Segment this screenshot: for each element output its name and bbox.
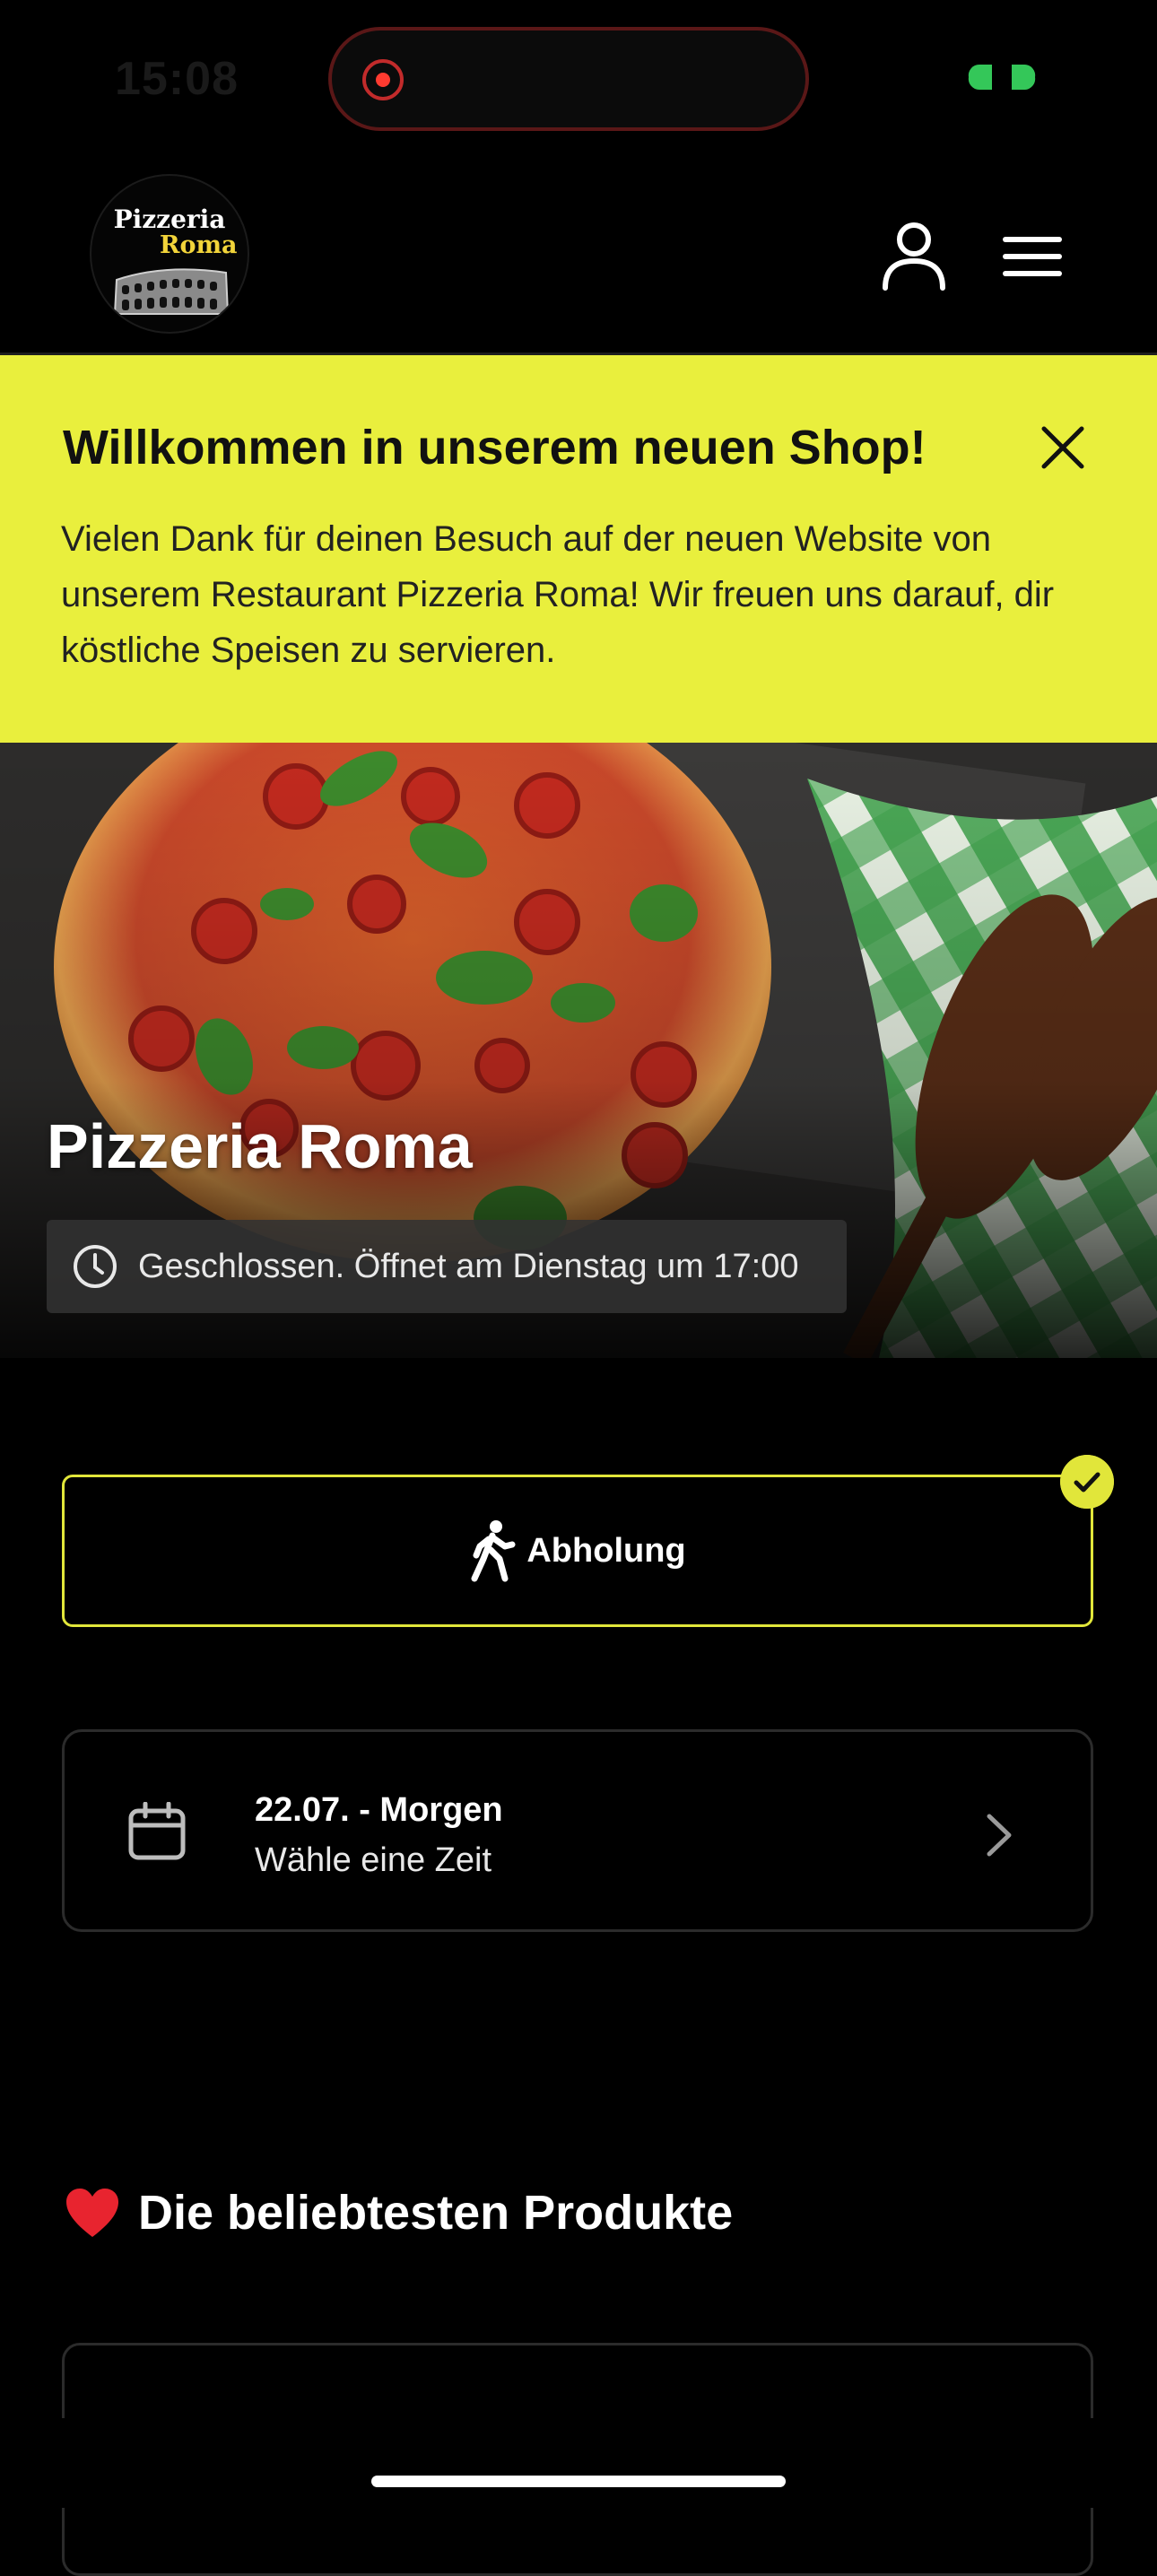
banner-text: Vielen Dank für deinen Besuch auf der ne… <box>61 519 1055 670</box>
chevron-right-icon <box>987 1814 1012 1857</box>
welcome-banner: Willkommen in unserem neuen Shop! Vielen… <box>0 355 1157 743</box>
battery-icon <box>968 64 1036 91</box>
hamburger-menu-icon[interactable] <box>1003 235 1062 278</box>
pickup-label: Abholung <box>526 1531 686 1570</box>
user-icon[interactable] <box>881 220 947 292</box>
pickup-option-button[interactable]: Abholung <box>62 1475 1093 1627</box>
hero-section: Pizzeria Roma Geschlossen. Öffnet am Die… <box>0 743 1157 1358</box>
heart-icon <box>66 2189 118 2237</box>
logo-text-line1: Pizzeria <box>113 205 226 234</box>
site-header: Pizzeria Roma <box>0 152 1157 355</box>
popular-products-title: Die beliebtesten Produkte <box>138 2186 734 2240</box>
check-icon <box>1060 1455 1114 1509</box>
banner-title: Willkommen in unserem neuen Shop! <box>63 421 926 474</box>
status-time: 15:08 <box>115 53 239 105</box>
pickup-time-hint: Wähle eine Zeit <box>255 1841 492 1879</box>
logo-text-line2: Roma <box>160 231 238 259</box>
bottom-area <box>0 2418 1157 2508</box>
clock-icon <box>74 1245 117 1288</box>
colosseum-icon <box>113 268 230 315</box>
walking-person-icon <box>471 1520 516 1582</box>
close-icon[interactable] <box>1037 422 1089 474</box>
restaurant-logo[interactable]: Pizzeria Roma <box>90 174 249 334</box>
home-indicator[interactable] <box>371 2476 786 2487</box>
dynamic-island[interactable] <box>328 27 809 131</box>
calendar-icon <box>128 1802 186 1860</box>
opening-status-text: Geschlossen. Öffnet am Dienstag um 17:00 <box>138 1247 799 1285</box>
restaurant-name: Pizzeria Roma <box>47 1111 473 1181</box>
popular-products-heading: Die beliebtesten Produkte <box>65 2185 733 2241</box>
opening-status: Geschlossen. Öffnet am Dienstag um 17:00 <box>47 1220 847 1313</box>
pickup-date: 22.07. - Morgen <box>255 1791 503 1829</box>
status-bar: 15:08 <box>0 0 1157 152</box>
pickup-time-selector[interactable]: 22.07. - Morgen Wähle eine Zeit <box>62 1729 1093 1932</box>
screen-recording-icon[interactable] <box>362 59 404 100</box>
